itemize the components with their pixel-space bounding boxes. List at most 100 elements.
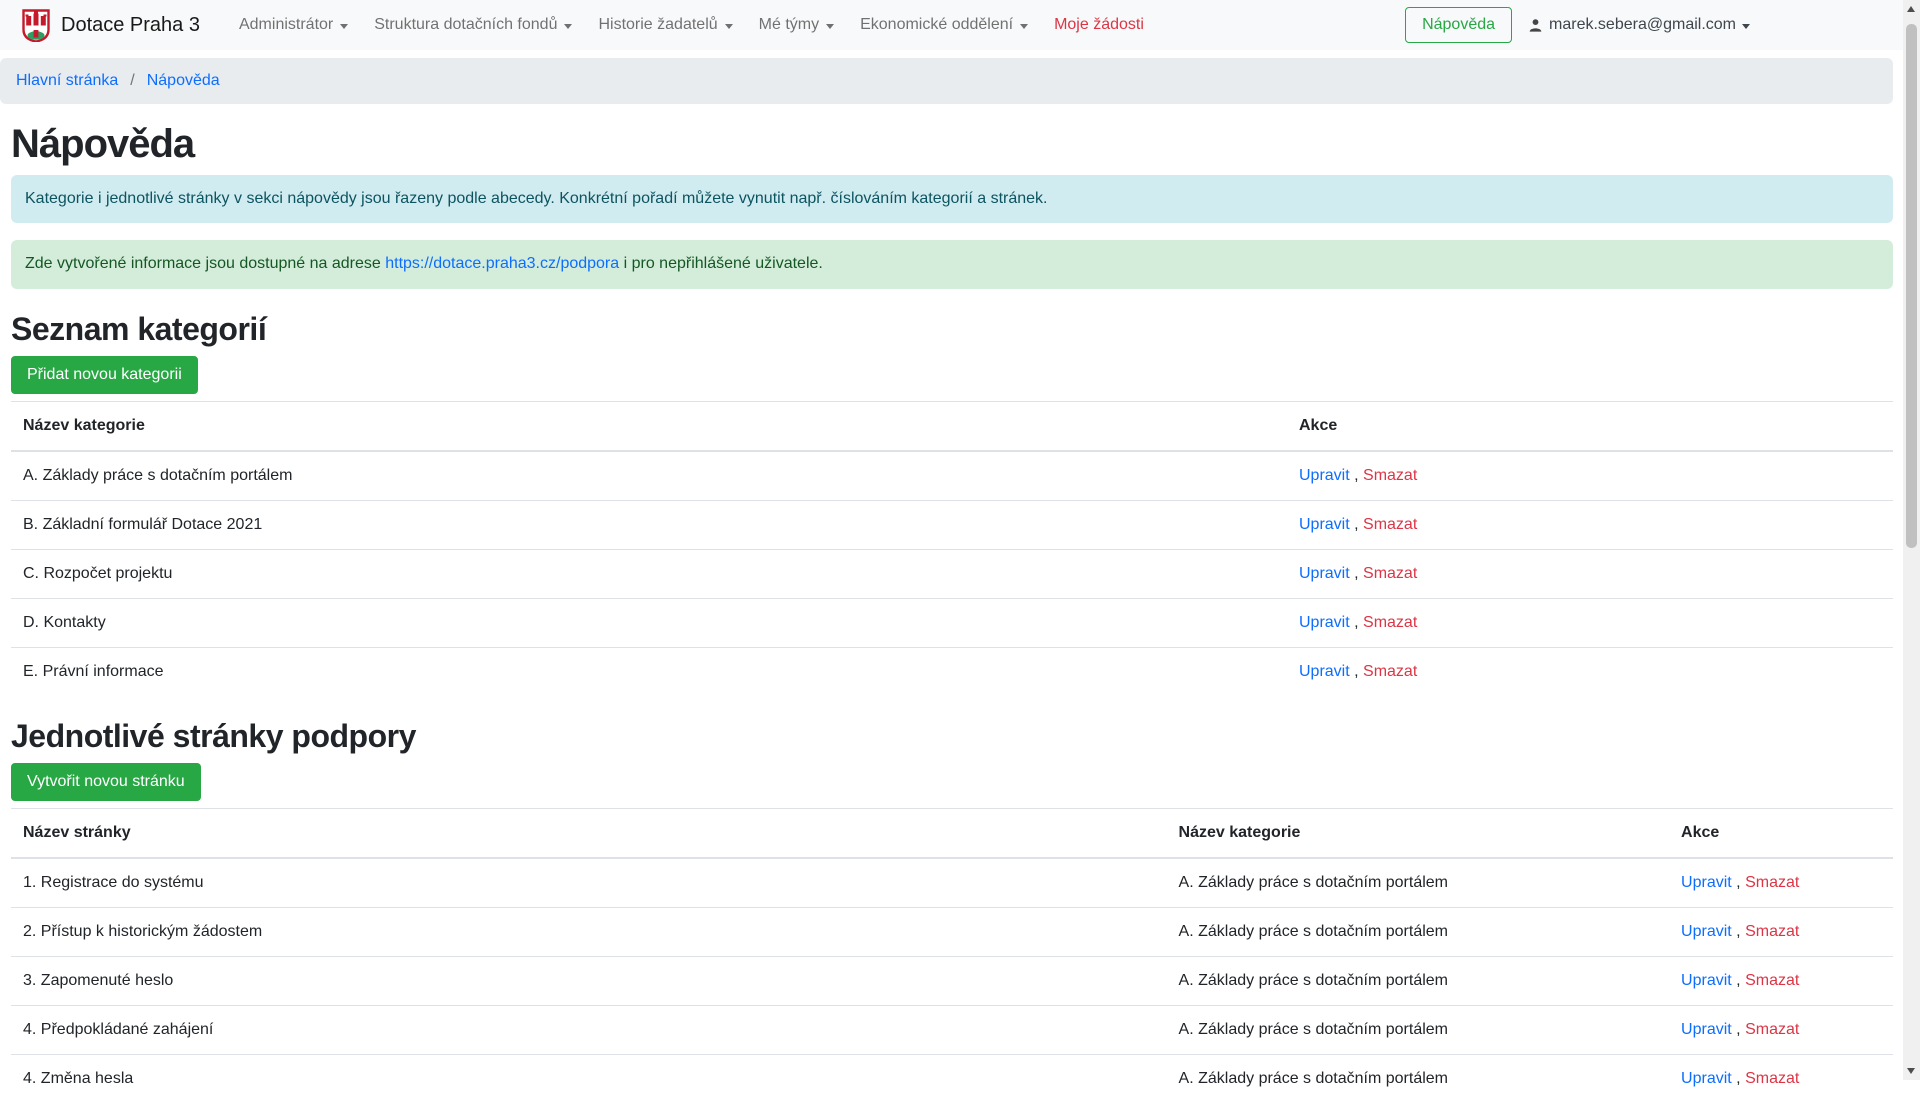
page-row: 4. Změna heslaA. Základy práce s dotační… — [11, 1054, 1893, 1103]
categories-table-header-row: Název kategorieAkce — [11, 401, 1893, 451]
actions-cell: Upravit , Smazat — [1669, 907, 1893, 956]
scroll-up-arrow-icon[interactable] — [1907, 6, 1915, 12]
page-name-cell: 3. Zapomenuté heslo — [11, 956, 1167, 1005]
nav-item-label: Struktura dotačních fondů — [374, 16, 557, 34]
page-row: 2. Přístup k historickým žádostemA. Zákl… — [11, 907, 1893, 956]
praha3-coat-of-arms-icon — [22, 9, 50, 42]
categories-heading: Seznam kategorií — [11, 311, 1893, 348]
edit-link[interactable]: Upravit — [1681, 1070, 1732, 1087]
scrollbar-thumb[interactable] — [1906, 24, 1917, 548]
breadcrumb: Hlavní stránka / Nápověda — [0, 58, 1893, 104]
user-menu[interactable]: marek.sebera@gmail.com — [1528, 16, 1750, 34]
info-alert-text: Kategorie i jednotlivé stránky v sekci n… — [25, 190, 1047, 207]
page-row: 1. Registrace do systémuA. Základy práce… — [11, 858, 1893, 908]
page-category-cell: A. Základy práce s dotačním portálem — [1167, 956, 1669, 1005]
column-header: Název kategorie — [11, 401, 1287, 451]
chevron-down-icon — [826, 24, 834, 29]
page-row: 4. Předpokládané zahájeníA. Základy prác… — [11, 1005, 1893, 1054]
create-page-button[interactable]: Vytvořit novou stránku — [11, 763, 201, 801]
scroll-down-arrow-icon[interactable] — [1907, 1068, 1915, 1074]
delete-link[interactable]: Smazat — [1363, 614, 1417, 631]
category-name-cell: D. Kontakty — [11, 598, 1287, 647]
success-alert-suffix: i pro nepřihlášené uživatele. — [619, 255, 823, 272]
page-name-cell: 1. Registrace do systému — [11, 858, 1167, 908]
category-row: D. KontaktyUpravit , Smazat — [11, 598, 1893, 647]
delete-link[interactable]: Smazat — [1745, 874, 1799, 891]
pages-heading: Jednotlivé stránky podpory — [11, 718, 1893, 755]
page-name-cell: 4. Změna hesla — [11, 1054, 1167, 1103]
actions-separator: , — [1732, 1021, 1745, 1038]
pages-table: Název stránkyNázev kategorieAkce 1. Regi… — [11, 808, 1893, 1103]
nav-item[interactable]: Struktura dotačních fondů — [361, 8, 585, 42]
help-button[interactable]: Nápověda — [1405, 7, 1512, 43]
main-menu: Administrátor Struktura dotačních fondů Hi… — [226, 8, 1157, 42]
chevron-down-icon — [340, 24, 348, 29]
delete-link[interactable]: Smazat — [1363, 516, 1417, 533]
delete-link[interactable]: Smazat — [1363, 467, 1417, 484]
column-header: Název stránky — [11, 808, 1167, 858]
category-row: E. Právní informaceUpravit , Smazat — [11, 647, 1893, 696]
page-category-cell: A. Základy práce s dotačním portálem — [1167, 907, 1669, 956]
actions-cell: Upravit , Smazat — [1669, 1054, 1893, 1103]
chevron-down-icon — [1020, 24, 1028, 29]
column-header: Akce — [1287, 401, 1893, 451]
page-name-cell: 4. Předpokládané zahájení — [11, 1005, 1167, 1054]
nav-item[interactable]: Moje žádosti — [1041, 8, 1157, 42]
edit-link[interactable]: Upravit — [1299, 516, 1350, 533]
category-row: B. Základní formulář Dotace 2021Upravit … — [11, 500, 1893, 549]
delete-link[interactable]: Smazat — [1363, 663, 1417, 680]
category-row: A. Základy práce s dotačním portálem Upra… — [11, 451, 1893, 501]
actions-separator: , — [1732, 874, 1745, 891]
nav-item[interactable]: Mé týmy — [746, 8, 847, 42]
brand[interactable]: Dotace Praha 3 — [22, 9, 200, 42]
vertical-scrollbar[interactable] — [1903, 0, 1920, 1080]
edit-link[interactable]: Upravit — [1681, 972, 1732, 989]
edit-link[interactable]: Upravit — [1681, 874, 1732, 891]
page-category-cell: A. Základy práce s dotačním portálem — [1167, 1054, 1669, 1103]
nav-item-label: Administrátor — [239, 16, 333, 34]
chevron-down-icon — [564, 24, 572, 29]
actions-cell: Upravit , Smazat — [1669, 956, 1893, 1005]
delete-link[interactable]: Smazat — [1745, 972, 1799, 989]
category-name-cell: A. Základy práce s dotačním portálem — [11, 451, 1287, 501]
nav-item-label: Historie žadatelů — [598, 16, 717, 34]
edit-link[interactable]: Upravit — [1299, 467, 1350, 484]
category-name-cell: B. Základní formulář Dotace 2021 — [11, 500, 1287, 549]
actions-cell: Upravit , Smazat — [1287, 598, 1893, 647]
column-header: Akce — [1669, 808, 1893, 858]
chevron-down-icon — [1742, 24, 1750, 29]
nav-item[interactable]: Historie žadatelů — [585, 8, 745, 42]
page-row: 3. Zapomenuté hesloA. Základy práce s do… — [11, 956, 1893, 1005]
actions-separator: , — [1732, 923, 1745, 940]
actions-separator: , — [1732, 1070, 1745, 1087]
actions-separator: , — [1732, 972, 1745, 989]
actions-cell: Upravit , Smazat — [1669, 858, 1893, 908]
breadcrumb-home-link[interactable]: Hlavní stránka — [16, 72, 118, 90]
actions-cell: Upravit , Smazat — [1287, 647, 1893, 696]
success-alert: Zde vytvořené informace jsou dostupné na… — [11, 240, 1893, 288]
delete-link[interactable]: Smazat — [1745, 1070, 1799, 1087]
edit-link[interactable]: Upravit — [1299, 663, 1350, 680]
actions-separator: , — [1350, 516, 1363, 533]
edit-link[interactable]: Upravit — [1681, 1021, 1732, 1038]
delete-link[interactable]: Smazat — [1363, 565, 1417, 582]
success-alert-prefix: Zde vytvořené informace jsou dostupné na… — [25, 255, 385, 272]
edit-link[interactable]: Upravit — [1681, 923, 1732, 940]
nav-item-label: Moje žádosti — [1054, 16, 1144, 34]
nav-item[interactable]: Administrátor — [226, 8, 361, 42]
pages-table-header-row: Název stránkyNázev kategorieAkce — [11, 808, 1893, 858]
user-icon — [1528, 18, 1543, 33]
category-row: C. Rozpočet projektuUpravit , Smazat — [11, 549, 1893, 598]
edit-link[interactable]: Upravit — [1299, 565, 1350, 582]
delete-link[interactable]: Smazat — [1745, 923, 1799, 940]
column-header: Název kategorie — [1167, 808, 1669, 858]
add-category-button[interactable]: Přidat novou kategorii — [11, 356, 198, 394]
public-help-url-link[interactable]: https://dotace.praha3.cz/podpora — [385, 255, 619, 272]
delete-link[interactable]: Smazat — [1745, 1021, 1799, 1038]
app-title: Dotace Praha 3 — [61, 14, 200, 37]
edit-link[interactable]: Upravit — [1299, 614, 1350, 631]
nav-item[interactable]: Ekonomické oddělení — [847, 8, 1041, 42]
actions-separator: , — [1350, 614, 1363, 631]
breadcrumb-current-link[interactable]: Nápověda — [147, 72, 220, 90]
actions-cell: Upravit , Smazat — [1287, 549, 1893, 598]
